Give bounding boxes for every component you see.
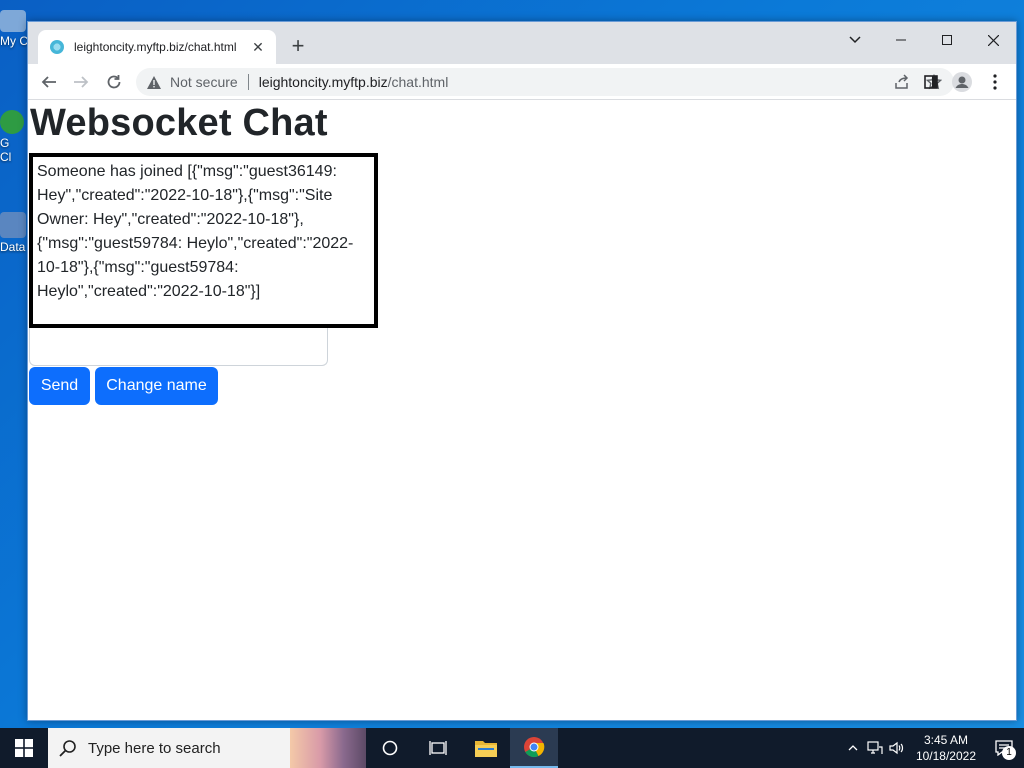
tab-chat[interactable]: leightoncity.myftp.biz/chat.html ✕ [38, 30, 276, 64]
browser-window: leightoncity.myftp.biz/chat.html ✕ + Not… [27, 21, 1017, 721]
page-title: Websocket Chat [30, 102, 328, 144]
chevron-up-icon [848, 745, 858, 751]
desktop-icon-label: My C [0, 34, 28, 48]
clock-time: 3:45 AM [923, 733, 968, 747]
clock-date: 10/18/2022 [915, 749, 976, 763]
tab-strip: leightoncity.myftp.biz/chat.html ✕ + [28, 22, 1016, 64]
browser-toolbar: Not secure leightoncity.myftp.biz/chat.h… [28, 64, 1016, 100]
menu-button[interactable] [982, 69, 1008, 95]
new-tab-button[interactable]: + [286, 35, 310, 59]
desktop-icon-data[interactable]: Data [0, 212, 28, 254]
side-panel-icon [924, 75, 938, 89]
minimize-icon [896, 39, 906, 41]
desktop-icon-label: G Cl [0, 136, 12, 164]
show-hidden-icons-button[interactable] [842, 728, 864, 768]
reload-icon [107, 75, 121, 89]
network-icon [867, 741, 883, 754]
maximize-icon [942, 35, 952, 45]
url-host: leightoncity.myftp.biz [258, 74, 388, 90]
taskbar-search-box[interactable]: Type here to search [48, 728, 366, 768]
url-path: /chat.html [387, 74, 449, 90]
chrome-shortcut-icon [0, 110, 24, 134]
desktop-icon-label: Data [0, 240, 26, 254]
minimize-button[interactable] [878, 26, 924, 54]
share-icon [895, 74, 909, 89]
task-view-button[interactable] [414, 728, 462, 768]
close-window-button[interactable] [970, 26, 1016, 54]
search-highlight-image[interactable] [290, 728, 366, 768]
cortana-circle-icon [382, 740, 398, 756]
chevron-down-icon [849, 36, 861, 44]
address-separator [247, 74, 249, 90]
page-content: Websocket Chat Someone has joined [{"msg… [28, 100, 1016, 720]
arrow-right-icon [74, 76, 89, 88]
clock[interactable]: 3:45 AM 10/18/2022 [916, 732, 976, 764]
warning-icon[interactable] [146, 74, 162, 90]
chrome-taskbar-button[interactable] [510, 728, 558, 768]
start-button[interactable] [0, 728, 48, 768]
volume-button[interactable] [886, 728, 908, 768]
file-explorer-button[interactable] [462, 728, 510, 768]
network-button[interactable] [864, 728, 886, 768]
message-input[interactable] [29, 328, 328, 366]
desktop-icon-chrome[interactable]: G Cl [0, 110, 28, 164]
arrow-left-icon [41, 76, 56, 88]
chat-log: Someone has joined [{"msg":"guest36149: … [29, 153, 378, 328]
back-button[interactable] [36, 69, 62, 95]
change-name-button[interactable]: Change name [95, 367, 218, 405]
search-icon [58, 738, 78, 758]
close-icon [987, 34, 999, 46]
side-panel-button[interactable] [918, 69, 944, 95]
profile-button[interactable] [949, 69, 975, 95]
maximize-button[interactable] [924, 26, 970, 54]
computer-icon [0, 10, 26, 32]
cortana-button[interactable] [366, 728, 414, 768]
tab-title: leightoncity.myftp.biz/chat.html [74, 40, 237, 54]
avatar-icon [952, 72, 972, 92]
url-text[interactable]: leightoncity.myftp.biz/chat.html [259, 74, 890, 90]
reload-button[interactable] [101, 69, 127, 95]
tab-close-icon[interactable]: ✕ [250, 39, 266, 56]
database-icon [0, 212, 26, 238]
taskbar: Type here to search 3:45 AM 10/18/2022 1 [0, 728, 1024, 768]
folder-icon [475, 741, 497, 757]
share-button[interactable] [890, 70, 914, 94]
tab-search-button[interactable] [832, 26, 878, 54]
chrome-icon [524, 737, 545, 758]
notification-count-badge: 1 [1002, 746, 1016, 760]
speaker-icon [889, 741, 904, 755]
action-center-button[interactable]: 1 [984, 728, 1024, 768]
not-secure-label[interactable]: Not secure [170, 74, 238, 90]
kebab-menu-icon [993, 74, 997, 90]
task-view-icon [429, 741, 447, 755]
forward-button[interactable] [68, 69, 94, 95]
desktop-icon-my-computer[interactable]: My C [0, 10, 28, 48]
windows-logo-icon [15, 739, 33, 757]
send-button[interactable]: Send [29, 367, 90, 405]
system-tray: 3:45 AM 10/18/2022 1 [842, 728, 1024, 768]
site-favicon-icon [50, 40, 64, 54]
address-bar[interactable]: Not secure leightoncity.myftp.biz/chat.h… [136, 68, 954, 96]
